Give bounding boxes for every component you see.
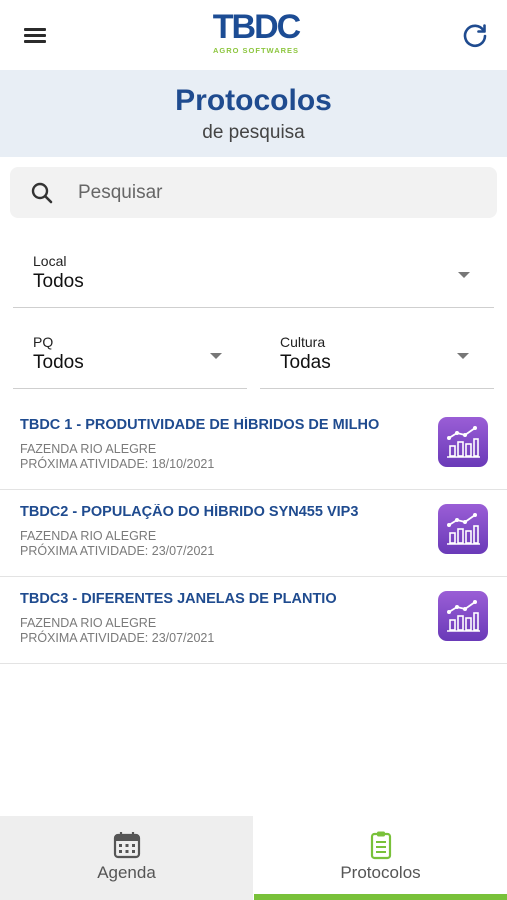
bar-chart-icon — [447, 600, 480, 632]
bar-chart-icon — [447, 513, 480, 545]
pq-select[interactable]: PQ Todos — [13, 326, 247, 389]
dropdown-caret-icon — [457, 353, 469, 359]
page-subtitle: de pesquisa — [202, 122, 305, 143]
search-input[interactable] — [78, 177, 478, 208]
local-value: Todos — [33, 271, 84, 292]
cultura-select[interactable]: Cultura Todas — [260, 326, 494, 389]
chart-button[interactable] — [438, 504, 488, 554]
calendar-icon — [112, 830, 142, 860]
bottom-nav: Agenda Protocolos — [0, 816, 507, 900]
protocol-next-activity: PRÓXIMA ATIVIDADE: 23/07/2021 — [20, 544, 215, 558]
refresh-icon[interactable] — [461, 22, 489, 50]
protocol-list: TBDC 1 - PRODUTIVIDADE DE HÍBRIDOS DE MI… — [0, 403, 507, 664]
page-title: Protocolos — [175, 84, 332, 117]
nav-protocolos-label: Protocolos — [340, 863, 421, 882]
top-bar: TBDC AGRO SOFTWARES — [0, 0, 507, 70]
page-header: Protocolos de pesquisa — [0, 70, 507, 157]
cultura-label: Cultura — [280, 334, 326, 350]
protocol-farm: FAZENDA RIO ALEGRE — [20, 442, 157, 456]
protocol-item[interactable]: TBDC3 - DIFERENTES JANELAS DE PLANTIO FA… — [0, 577, 507, 664]
nav-protocolos[interactable]: Protocolos — [254, 816, 507, 900]
pq-value: Todos — [33, 352, 84, 373]
protocol-next-activity: PRÓXIMA ATIVIDADE: 23/07/2021 — [20, 631, 215, 645]
menu-icon[interactable] — [22, 24, 48, 46]
nav-agenda-label: Agenda — [97, 863, 156, 882]
pq-label: PQ — [33, 334, 54, 350]
protocol-title: TBDC 1 - PRODUTIVIDADE DE HÍBRIDOS DE MI… — [20, 417, 380, 433]
app-root: TBDC AGRO SOFTWARES Protocolos de pesqui… — [0, 0, 507, 900]
protocol-title: TBDC3 - DIFERENTES JANELAS DE PLANTIO — [20, 591, 337, 607]
protocol-item[interactable]: TBDC2 - POPULAÇÃO DO HÍBRIDO SYN455 VIP3… — [0, 490, 507, 577]
logo-text: TBDC — [212, 8, 301, 46]
active-tab-indicator — [254, 894, 507, 900]
protocol-title: TBDC2 - POPULAÇÃO DO HÍBRIDO SYN455 VIP3 — [20, 504, 359, 520]
chart-button[interactable] — [438, 591, 488, 641]
dropdown-caret-icon — [210, 353, 222, 359]
protocol-farm: FAZENDA RIO ALEGRE — [20, 616, 157, 630]
clipboard-icon — [366, 830, 396, 860]
nav-agenda[interactable]: Agenda — [0, 816, 253, 900]
dropdown-caret-icon — [458, 272, 470, 278]
protocol-item[interactable]: TBDC 1 - PRODUTIVIDADE DE HÍBRIDOS DE MI… — [0, 403, 507, 490]
local-label: Local — [33, 253, 67, 269]
bar-chart-icon — [447, 426, 480, 458]
search-bar — [10, 167, 497, 218]
search-icon — [30, 181, 54, 205]
protocol-next-activity: PRÓXIMA ATIVIDADE: 18/10/2021 — [20, 457, 215, 471]
logo-subtitle: AGRO SOFTWARES — [212, 46, 300, 55]
cultura-value: Todas — [280, 352, 331, 373]
chart-button[interactable] — [438, 417, 488, 467]
local-select[interactable]: Local Todos — [13, 245, 494, 308]
protocol-farm: FAZENDA RIO ALEGRE — [20, 529, 157, 543]
app-logo: TBDC AGRO SOFTWARES — [210, 10, 302, 58]
